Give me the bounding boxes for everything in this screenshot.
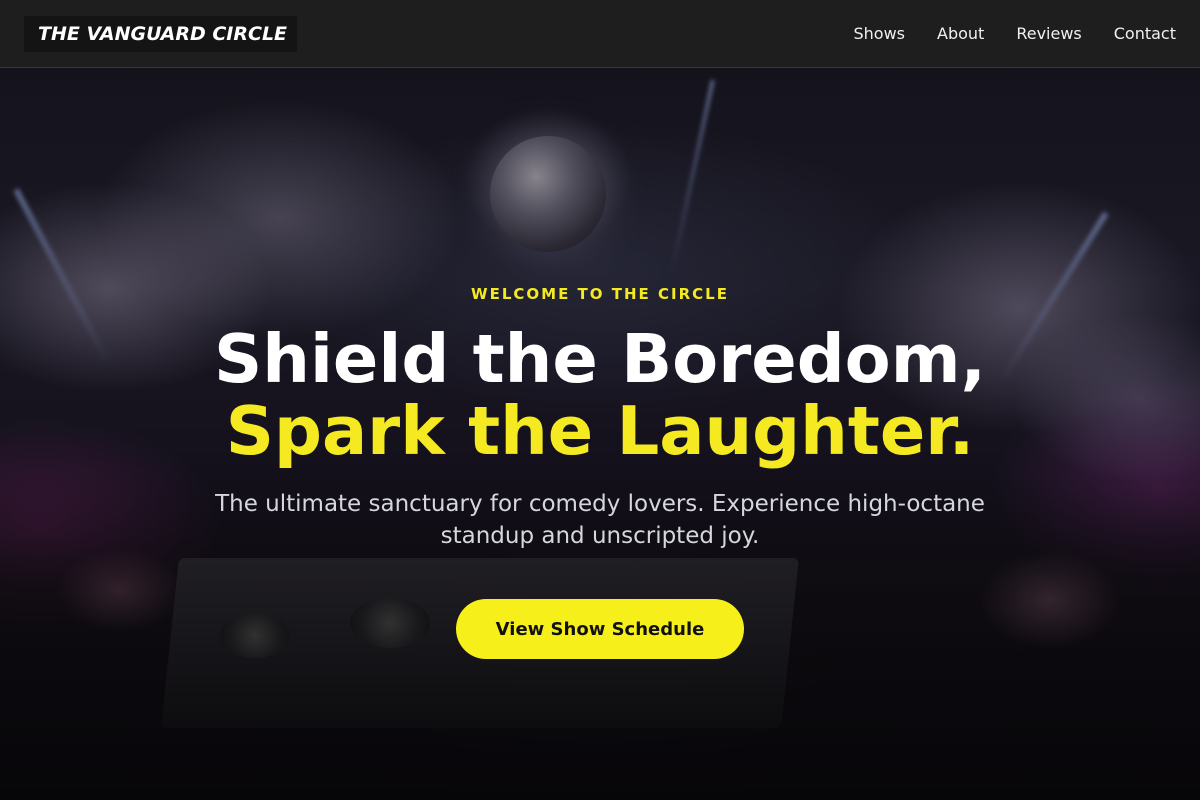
nav-link-contact[interactable]: Contact — [1114, 24, 1176, 43]
top-navbar: THE VANGUARD CIRCLE Shows About Reviews … — [0, 0, 1200, 68]
hero-eyebrow: WELCOME TO THE CIRCLE — [471, 285, 729, 303]
hero-headline-line2: Spark the Laughter. — [225, 392, 975, 470]
brand-logo[interactable]: THE VANGUARD CIRCLE — [24, 15, 298, 52]
nav-link-about[interactable]: About — [937, 24, 984, 43]
nav-links: Shows About Reviews Contact — [854, 24, 1177, 43]
nav-link-reviews[interactable]: Reviews — [1016, 24, 1081, 43]
hero-headline-line1: Shield the Boredom, — [214, 320, 986, 398]
hero-content: WELCOME TO THE CIRCLE Shield the Boredom… — [0, 68, 1200, 800]
hero-section: WELCOME TO THE CIRCLE Shield the Boredom… — [0, 68, 1200, 800]
nav-link-shows[interactable]: Shows — [854, 24, 906, 43]
view-show-schedule-button[interactable]: View Show Schedule — [456, 599, 744, 659]
hero-subtitle: The ultimate sanctuary for comedy lovers… — [215, 491, 985, 549]
